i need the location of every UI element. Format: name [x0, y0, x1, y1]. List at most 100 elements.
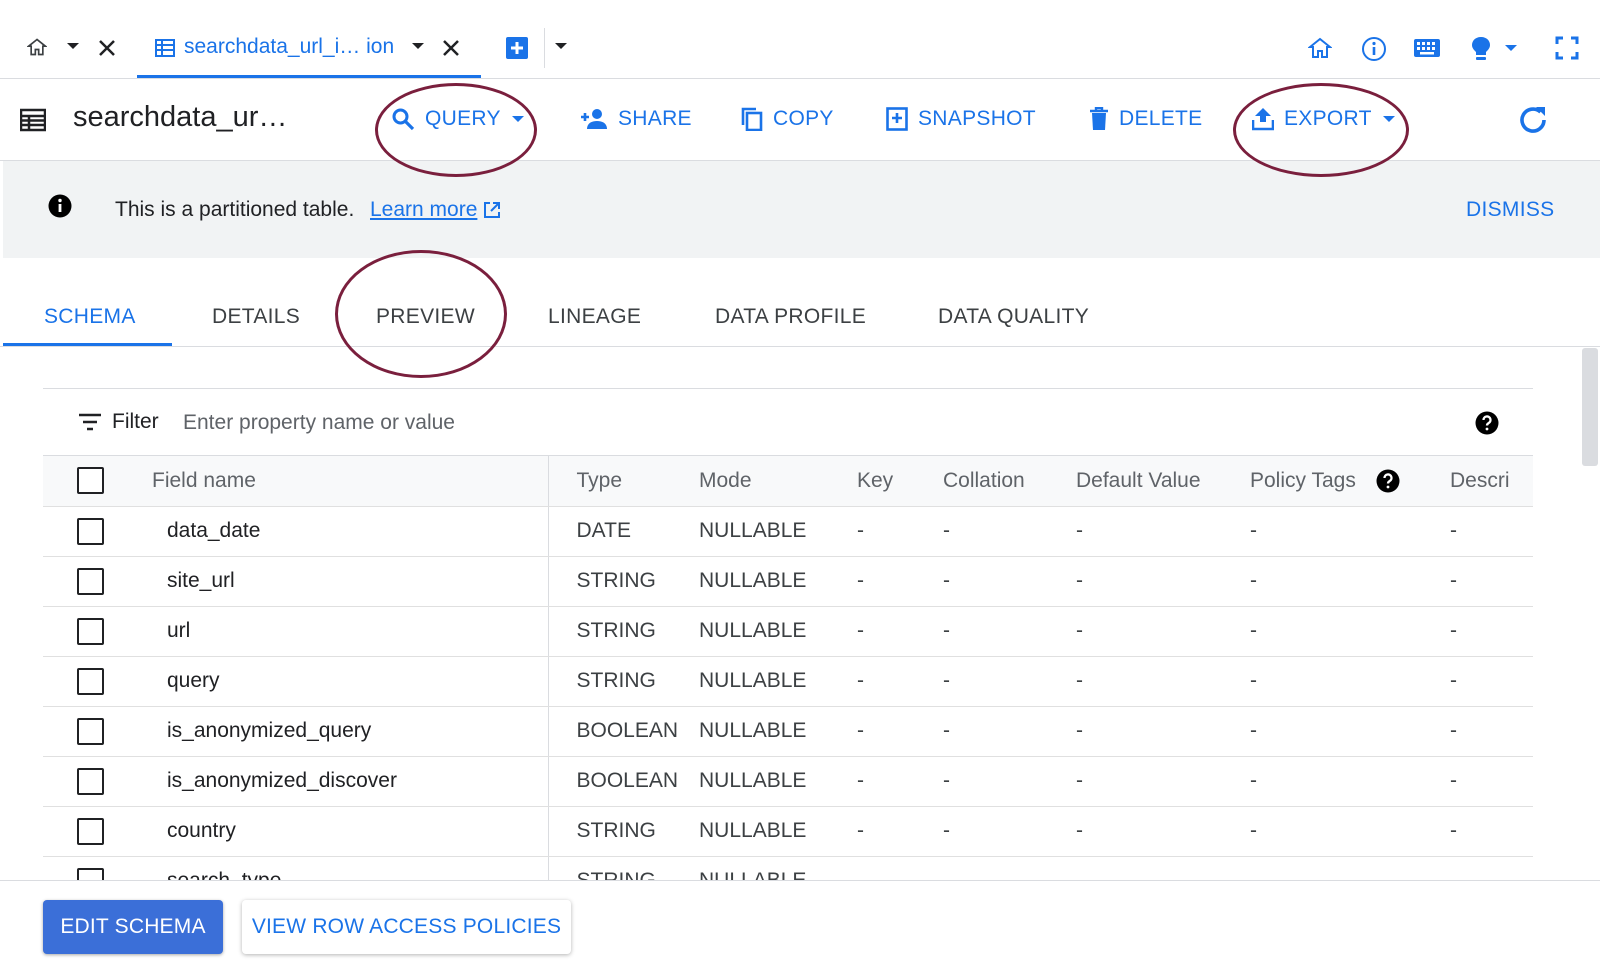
query-button[interactable]: QUERY	[391, 107, 525, 131]
help-icon[interactable]	[1376, 469, 1400, 493]
table-row[interactable]: is_anonymized_discover BOOLEAN NULLABLE …	[43, 756, 1533, 807]
tab-details[interactable]: DETAILS	[212, 305, 300, 329]
table-row[interactable]: site_url STRING NULLABLE - - - - -	[43, 556, 1533, 607]
delete-button[interactable]: DELETE	[1089, 107, 1203, 131]
row-checkbox[interactable]	[77, 617, 104, 645]
row-checkbox[interactable]	[77, 517, 104, 545]
column-header-default-value[interactable]: Default Value	[1076, 456, 1250, 507]
tab-title[interactable]: searchdata_url_i… ion	[184, 35, 394, 59]
edit-schema-button[interactable]: EDIT SCHEMA	[43, 900, 223, 954]
home-outline-icon[interactable]	[1308, 36, 1332, 60]
row-checkbox[interactable]	[77, 767, 104, 795]
column-header-mode[interactable]: Mode	[699, 456, 857, 507]
row-checkbox[interactable]	[77, 717, 104, 745]
policy-tags-cell: -	[1250, 606, 1450, 657]
column-header-collation[interactable]: Collation	[943, 456, 1076, 507]
tab-lineage[interactable]: LINEAGE	[548, 305, 641, 329]
collation-cell: -	[943, 706, 1076, 757]
refresh-icon[interactable]	[1516, 103, 1550, 137]
row-checkbox[interactable]	[77, 867, 104, 881]
description-cell: -	[1450, 606, 1533, 657]
query-label: QUERY	[425, 107, 501, 130]
row-checkbox[interactable]	[77, 667, 104, 695]
add-tab-icon[interactable]	[505, 36, 529, 60]
table-row[interactable]: query STRING NULLABLE - - - - -	[43, 656, 1533, 707]
key-cell: -	[857, 706, 943, 757]
dismiss-button[interactable]: DISMISS	[1466, 198, 1554, 222]
default-value-cell: -	[1076, 606, 1250, 657]
lightbulb-icon[interactable]	[1471, 36, 1491, 62]
content-tabs	[0, 258, 1600, 347]
export-button[interactable]: EXPORT	[1252, 107, 1396, 131]
close-tab-icon[interactable]	[441, 38, 461, 58]
column-header-key[interactable]: Key	[857, 456, 943, 507]
learn-more-label: Learn more	[370, 198, 478, 221]
vertical-scrollbar[interactable]	[1582, 348, 1598, 466]
policy-tags-cell: -	[1250, 506, 1450, 557]
tab-menu-chevron-icon[interactable]	[411, 41, 425, 51]
fullscreen-icon[interactable]	[1555, 36, 1579, 60]
trash-icon	[1090, 107, 1108, 130]
type-cell: STRING	[548, 606, 699, 657]
chevron-down-icon	[1382, 116, 1395, 122]
table-row[interactable]: search_type STRING NULLABLE	[43, 856, 1533, 881]
help-icon[interactable]	[1475, 411, 1499, 435]
export-label: EXPORT	[1284, 107, 1372, 130]
row-select-cell	[43, 506, 148, 557]
column-header-field-name[interactable]: Field name	[148, 456, 549, 507]
column-header-description[interactable]: Descri	[1450, 456, 1533, 507]
policy-tags-cell: -	[1250, 656, 1450, 707]
learn-more-link[interactable]: Learn more	[370, 198, 501, 222]
table-row[interactable]: data_date DATE NULLABLE - - - - -	[43, 506, 1533, 557]
tab-preview[interactable]: PREVIEW	[376, 305, 475, 329]
copy-button[interactable]: COPY	[741, 107, 834, 131]
key-cell: -	[857, 756, 943, 807]
page-title: searchdata_ur…	[73, 101, 288, 133]
lightbulb-menu-chevron-icon[interactable]	[1504, 43, 1518, 53]
key-cell	[857, 856, 943, 881]
row-select-cell	[43, 756, 148, 807]
collation-cell: -	[943, 606, 1076, 657]
row-select-cell	[43, 806, 148, 857]
description-cell: -	[1450, 506, 1533, 557]
snapshot-button[interactable]: SNAPSHOT	[886, 107, 1036, 131]
row-checkbox[interactable]	[77, 817, 104, 845]
row-select-cell	[43, 656, 148, 707]
type-cell: DATE	[548, 506, 699, 557]
chevron-down-icon[interactable]	[66, 41, 80, 51]
default-value-cell: -	[1076, 656, 1250, 707]
tab-data-profile[interactable]: DATA PROFILE	[715, 305, 866, 329]
external-link-icon	[484, 202, 501, 218]
key-cell: -	[857, 606, 943, 657]
share-button[interactable]: SHARE	[580, 107, 692, 131]
keyboard-icon[interactable]	[1413, 38, 1441, 58]
type-cell: STRING	[548, 556, 699, 607]
table-row[interactable]: country STRING NULLABLE - - - - -	[43, 806, 1533, 857]
tab-divider	[544, 28, 545, 68]
collation-cell	[943, 856, 1076, 881]
column-header-policy-tags[interactable]: Policy Tags	[1250, 456, 1450, 507]
policy-tags-cell	[1250, 856, 1450, 881]
filter-input[interactable]	[183, 408, 1183, 438]
home-icon[interactable]	[27, 37, 47, 57]
table-row[interactable]: url STRING NULLABLE - - - - -	[43, 606, 1533, 657]
mode-cell: NULLABLE	[699, 706, 857, 757]
select-all-checkbox[interactable]	[77, 467, 104, 495]
active-tab-indicator	[3, 343, 172, 346]
policy-tags-cell: -	[1250, 806, 1450, 857]
row-checkbox[interactable]	[77, 567, 104, 595]
tab-data-quality[interactable]: DATA QUALITY	[938, 305, 1089, 329]
view-row-access-policies-button[interactable]: VIEW ROW ACCESS POLICIES	[242, 900, 571, 954]
tab-schema[interactable]: SCHEMA	[44, 305, 136, 329]
row-select-cell	[43, 556, 148, 607]
policy-tags-label: Policy Tags	[1250, 468, 1356, 492]
description-cell: -	[1450, 656, 1533, 707]
tab-list-chevron-icon[interactable]	[554, 41, 568, 51]
type-cell: STRING	[548, 656, 699, 707]
column-header-type[interactable]: Type	[548, 456, 699, 507]
person-add-icon	[581, 109, 607, 129]
table-row[interactable]: is_anonymized_query BOOLEAN NULLABLE - -…	[43, 706, 1533, 757]
close-icon[interactable]	[97, 38, 117, 58]
key-cell: -	[857, 656, 943, 707]
info-icon[interactable]	[1361, 36, 1387, 62]
